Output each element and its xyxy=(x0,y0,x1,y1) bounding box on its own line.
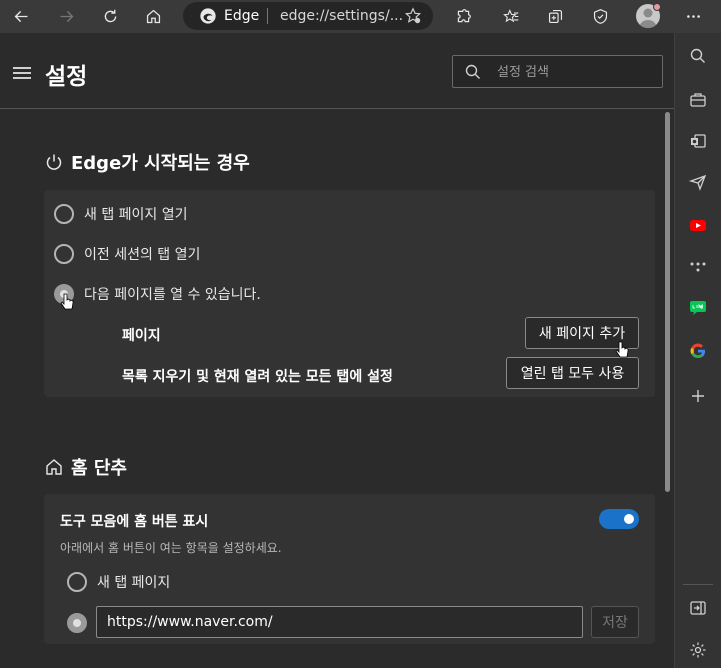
page-title: 설정 xyxy=(45,64,88,90)
startup-option-newtab[interactable]: 새 탭 페이지 열기 xyxy=(54,204,188,224)
address-bar[interactable]: Edge edge://settings/... xyxy=(183,2,433,30)
collections-icon[interactable] xyxy=(542,4,568,28)
home-subtext: 아래에서 홈 버튼이 여는 항목을 설정하세요. xyxy=(60,541,282,555)
option-label: 이전 세션의 탭 열기 xyxy=(84,247,201,263)
outlook-icon[interactable] xyxy=(686,129,710,153)
home-option-url[interactable] xyxy=(67,613,87,633)
startup-option-specific-pages[interactable]: 다음 페이지를 열 수 있습니다. xyxy=(54,284,261,304)
home-option-newtab[interactable]: 새 탭 페이지 xyxy=(67,572,170,592)
settings-page: 설정 Edge가 시작되는 경우 새 탭 페이지 열기 이전 세션의 탭 열기 … xyxy=(0,33,674,668)
home-url-input[interactable] xyxy=(96,606,583,638)
radio-button[interactable] xyxy=(54,204,74,224)
pages-label: 페이지 xyxy=(122,328,161,344)
radio-button[interactable] xyxy=(67,572,87,592)
site-name: Edge xyxy=(224,8,260,24)
scrollbar[interactable] xyxy=(665,112,670,492)
hand-cursor-icon xyxy=(615,341,629,358)
startup-section-title: Edge가 시작되는 경우 xyxy=(45,149,250,175)
exit-icon[interactable] xyxy=(686,596,710,620)
add-icon[interactable] xyxy=(686,384,710,408)
option-label: 다음 페이지를 열 수 있습니다. xyxy=(84,287,261,303)
home-card: 도구 모음에 홈 버튼 표시 아래에서 홈 버튼이 여는 항목을 설정하세요. … xyxy=(44,494,655,644)
radio-button[interactable] xyxy=(54,244,74,264)
browser-essentials-icon[interactable] xyxy=(587,4,613,28)
search-icon[interactable] xyxy=(686,44,710,68)
option-label: 새 탭 페이지 xyxy=(97,575,171,591)
radio-button-checked[interactable] xyxy=(67,613,87,633)
back-icon[interactable] xyxy=(8,4,34,28)
favorites-icon[interactable] xyxy=(498,4,524,28)
youtube-icon[interactable] xyxy=(686,213,710,237)
search-icon xyxy=(465,64,480,79)
settings-header: 설정 xyxy=(0,33,674,109)
home-icon xyxy=(46,459,62,475)
hand-cursor-icon xyxy=(60,293,74,310)
send-icon[interactable] xyxy=(686,170,710,194)
games-icon[interactable] xyxy=(686,254,710,278)
option-label: 새 탭 페이지 열기 xyxy=(84,207,188,223)
settings-search[interactable] xyxy=(452,55,663,88)
address-divider xyxy=(267,8,268,24)
edge-logo-icon xyxy=(200,8,216,24)
more-icon[interactable] xyxy=(680,4,706,28)
notification-badge xyxy=(653,3,661,11)
sidebar xyxy=(674,33,721,668)
search-input[interactable] xyxy=(497,62,647,82)
browser-toolbar: Edge edge://settings/... xyxy=(0,0,721,33)
line-icon[interactable] xyxy=(686,295,710,319)
save-button[interactable]: 저장 xyxy=(591,606,639,638)
startup-card: 새 탭 페이지 열기 이전 세션의 탭 열기 다음 페이지를 열 수 있습니다.… xyxy=(44,190,655,397)
power-icon xyxy=(46,154,62,170)
home-button-toggle[interactable] xyxy=(599,509,639,529)
home-section-title: 홈 단추 xyxy=(45,454,127,480)
startup-title-text: Edge가 시작되는 경우 xyxy=(71,153,250,174)
refresh-icon[interactable] xyxy=(97,4,123,28)
clear-list-label: 목록 지우기 및 현재 열려 있는 모든 탭에 설정 xyxy=(122,369,393,385)
use-open-tabs-button[interactable]: 열린 탭 모두 사용 xyxy=(506,357,639,389)
url-text: edge://settings/... xyxy=(280,8,404,24)
forward-icon[interactable] xyxy=(53,4,79,28)
home-toggle-label: 도구 모음에 홈 버튼 표시 xyxy=(60,514,209,530)
menu-icon[interactable] xyxy=(13,67,31,81)
settings-icon[interactable] xyxy=(686,638,710,662)
home-title-text: 홈 단추 xyxy=(71,458,127,479)
sidebar-divider xyxy=(683,584,713,585)
extensions-icon[interactable] xyxy=(450,4,476,28)
google-icon[interactable] xyxy=(686,339,710,363)
favorite-icon[interactable] xyxy=(404,7,422,25)
home-icon[interactable] xyxy=(140,4,166,28)
startup-option-prev-session[interactable]: 이전 세션의 탭 열기 xyxy=(54,244,200,264)
tools-icon[interactable] xyxy=(686,88,710,112)
